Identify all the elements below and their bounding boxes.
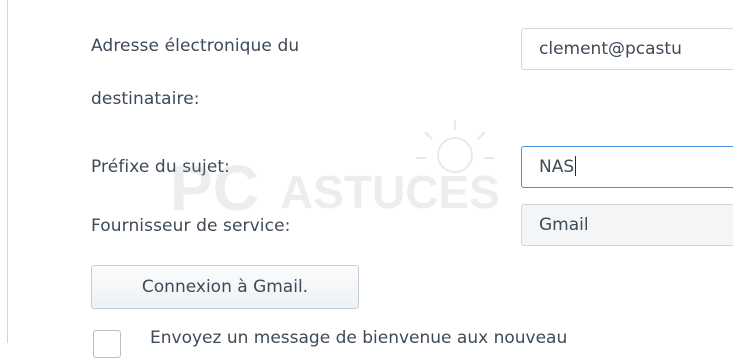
subject-prefix-input[interactable]: NAS <box>521 146 733 188</box>
subject-prefix-value: NAS <box>539 157 575 177</box>
service-provider-label: Fournisseur de service: <box>91 216 291 236</box>
welcome-message-checkbox[interactable] <box>93 330 121 358</box>
connect-gmail-button[interactable]: Connexion à Gmail. <box>91 265 359 309</box>
lightbulb-icon <box>416 120 494 173</box>
left-divider <box>7 0 8 343</box>
welcome-message-label: Envoyez un message de bienvenue aux nouv… <box>150 328 568 348</box>
recipient-email-value: clement@pcastu <box>539 39 682 59</box>
text-cursor <box>575 156 577 176</box>
subject-prefix-label: Préfixe du sujet: <box>91 157 231 177</box>
watermark-astuces: ASTUCES <box>280 166 500 218</box>
recipient-email-input[interactable]: clement@pcastu <box>521 28 733 70</box>
service-provider-select[interactable]: Gmail <box>521 204 733 246</box>
recipient-label-line2: destinataire: <box>91 89 200 109</box>
recipient-label-line1: Adresse électronique du <box>91 36 300 56</box>
service-provider-value: Gmail <box>539 215 589 235</box>
